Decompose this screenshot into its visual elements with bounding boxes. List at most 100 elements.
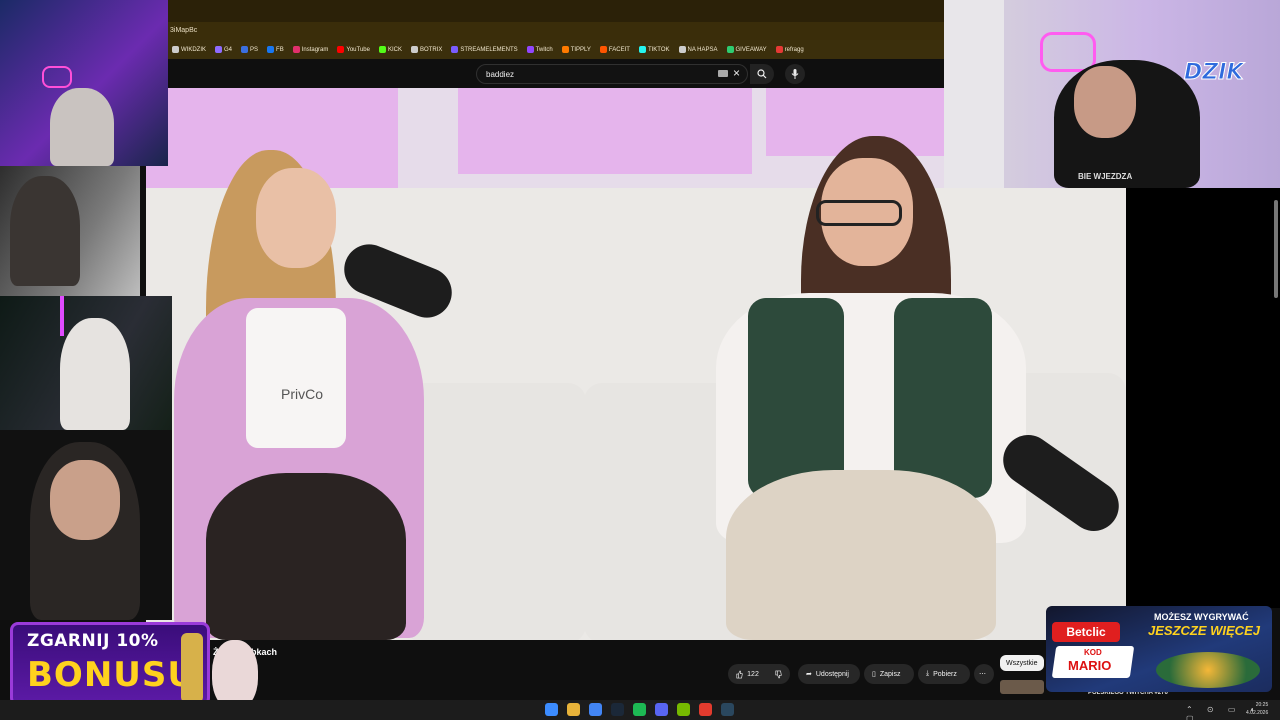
search-button[interactable] — [750, 64, 774, 84]
bookmark-ps[interactable]: PS — [241, 46, 258, 53]
bookmark-instagram[interactable]: Instagram — [292, 46, 329, 53]
bookmark-favicon-icon — [410, 46, 418, 53]
save-button[interactable]: ▯ Zapisz — [864, 664, 914, 684]
right-woman-vest-left — [748, 298, 844, 498]
save-label: Zapisz — [879, 670, 901, 678]
betclic-tagline-1: MOŻESZ WYGRYWAĆ — [1154, 612, 1249, 622]
clock-date: 4.02.2026 — [1246, 710, 1269, 716]
thumbs-down-icon[interactable] — [775, 670, 782, 679]
bookmark-label: Instagram — [301, 46, 329, 53]
bookmark-label: GIVEAWAY — [735, 46, 767, 53]
bookmark-giveaway[interactable]: GIVEAWAY — [726, 46, 767, 53]
bookmark-wikdzik[interactable]: WIKDZIK — [172, 46, 206, 53]
bookmark-label: Twitch — [535, 46, 553, 53]
webcam-4 — [0, 430, 172, 620]
left-woman-legs — [206, 473, 406, 640]
bookmark-label: G4 — [224, 46, 233, 53]
taskbar-nvidia-icon[interactable] — [677, 703, 690, 716]
bookmarks-bar: WIKDZIK G4 PS FB Instagram YouTube KICK BOTRIX S… — [168, 40, 944, 59]
betclic-logo: Betclic — [1052, 622, 1120, 642]
webcam-4-face — [50, 460, 120, 540]
shirt-logo-text: PrivCo — [281, 386, 324, 402]
taskbar-search-icon[interactable] — [567, 703, 580, 716]
bookmark-favicon-icon — [638, 46, 646, 53]
curtain — [944, 0, 1004, 188]
bookmark-streamelements[interactable]: STREAMELEMENTS — [451, 46, 518, 53]
bookmark-favicon-icon — [292, 46, 300, 53]
bookmark-youtube[interactable]: YouTube — [337, 46, 370, 53]
address-bar[interactable]: 3iMapBc — [168, 22, 944, 40]
taskbar-steam2-icon[interactable] — [721, 703, 734, 716]
betclic-banner: Betclic MOŻESZ WYGRYWAĆ JESZCZE WIĘCEJ K… — [1046, 606, 1272, 692]
browser-tab-strip — [168, 0, 944, 22]
bookmark-label: WIKDZIK — [181, 46, 206, 53]
bookmark-twitch[interactable]: Twitch — [526, 46, 553, 53]
bookmark-favicon-icon — [526, 46, 534, 53]
like-button[interactable]: 122 — [728, 664, 790, 684]
more-actions-button[interactable]: ⋯ — [974, 664, 994, 684]
clear-search-icon[interactable]: × — [733, 66, 740, 80]
taskbar-rockstar-icon[interactable] — [699, 703, 712, 716]
bookmark-label: KICK — [387, 46, 402, 53]
planet-graphic — [1156, 652, 1260, 688]
bookmark-favicon-icon — [561, 46, 569, 53]
bookmark-faceit[interactable]: FACEIT — [599, 46, 630, 53]
betclic-tagline-2: JESZCZE WIĘCEJ — [1148, 623, 1260, 638]
taskbar-spotify-icon[interactable] — [633, 703, 646, 716]
left-woman-face — [256, 168, 336, 268]
bonus-line-2: BONUSU — [27, 655, 196, 695]
share-label: Udostępnij — [815, 670, 849, 678]
clock[interactable]: 20:25 4.02.2026 — [1246, 701, 1268, 717]
dzik-logo: DZIK — [1183, 60, 1244, 86]
bookmark-na-hapsa[interactable]: NA HAPSA — [678, 46, 718, 53]
bookmark-label: FACEIT — [608, 46, 630, 53]
filter-chip-all[interactable]: Wszystkie — [1000, 655, 1044, 671]
promo-code-label: KOD — [1084, 648, 1102, 657]
share-button[interactable]: ➦ Udostępnij — [798, 664, 860, 684]
keyboard-icon[interactable] — [718, 70, 728, 77]
taskbar-discord-icon[interactable] — [655, 703, 668, 716]
bookmark-label: TIPPLY — [570, 46, 591, 53]
bookmark-fb[interactable]: FB — [267, 46, 284, 53]
right-woman-pants — [726, 470, 996, 640]
bookmark-favicon-icon — [726, 46, 734, 53]
bookmark-tipply[interactable]: TIPPLY — [561, 46, 591, 53]
bookmark-favicon-icon — [267, 46, 275, 53]
taskbar-steam-icon[interactable] — [611, 703, 624, 716]
bookmark-favicon-icon — [599, 46, 607, 53]
download-button[interactable]: ⤓ Pobierz — [918, 664, 970, 684]
bookmark-label: refragg — [784, 46, 804, 53]
bookmark-label: NA HAPSA — [687, 46, 718, 53]
bookmark-label: TIKTOK — [647, 46, 670, 53]
bookmark-botrix[interactable]: BOTRIX — [410, 46, 443, 53]
taskbar-chrome-icon[interactable] — [589, 703, 602, 716]
bookmark-refragg[interactable]: refragg — [775, 46, 804, 53]
youtube-side-panel — [1126, 188, 1280, 608]
bookmark-g4[interactable]: G4 — [215, 46, 232, 53]
bookmark-tiktok[interactable]: TIKTOK — [638, 46, 670, 53]
webcam-1 — [0, 0, 168, 166]
right-woman-vest-right — [894, 298, 992, 498]
clock-time: 20:25 — [1255, 702, 1269, 708]
voice-search-button[interactable] — [785, 64, 805, 84]
scrollbar-thumb[interactable] — [1274, 200, 1278, 298]
sofa-cushion — [406, 383, 586, 640]
bookmark-favicon-icon — [451, 46, 459, 53]
bookmark-label: YouTube — [346, 46, 370, 53]
webcam-main-face — [1074, 66, 1136, 138]
trophy-icon — [181, 633, 203, 703]
bookmark-label: BOTRIX — [419, 46, 443, 53]
bookmark-favicon-icon — [241, 46, 249, 53]
webcam-3 — [0, 296, 172, 430]
share-icon: ➦ — [806, 671, 812, 678]
bookmark-icon: ▯ — [872, 671, 876, 678]
taskbar-windows-icon[interactable] — [545, 703, 558, 716]
bookmark-favicon-icon — [378, 46, 386, 53]
bookmark-label: PS — [250, 46, 259, 53]
bookmark-favicon-icon — [172, 46, 179, 53]
webcam-2 — [0, 166, 140, 296]
left-woman-shirt — [246, 308, 346, 448]
bookmark-kick[interactable]: KICK — [378, 46, 402, 53]
search-input[interactable]: baddiez — [476, 64, 748, 84]
recommended-thumbnail[interactable] — [1000, 680, 1044, 694]
